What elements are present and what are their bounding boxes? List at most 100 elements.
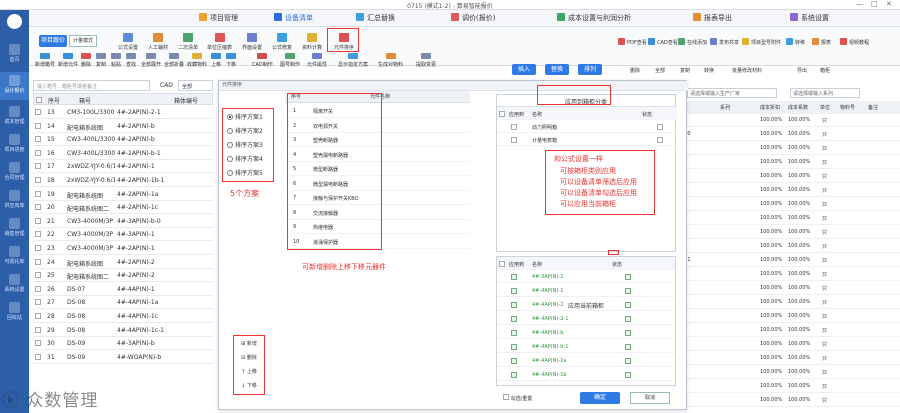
collapse-all-button[interactable]: 全部折叠 <box>164 53 184 68</box>
component-sort-button[interactable]: 元件排序 <box>334 33 354 51</box>
status-checkbox[interactable] <box>625 316 631 322</box>
add-component-button[interactable]: 新增元件 <box>58 53 78 68</box>
table-row[interactable]: 29 DS-08 4#-4AP(N)-1c-1 <box>33 324 213 337</box>
scheme-option-5[interactable]: 排序方案5 <box>227 168 263 177</box>
menu-cost-profit[interactable]: 成本设置与利润分析 <box>557 13 631 23</box>
menu-equipment-list[interactable]: 设备清单 <box>274 13 313 23</box>
delete-button[interactable]: 删除 <box>81 53 91 68</box>
nav-item-design-quote[interactable]: 设计报价 <box>0 72 29 100</box>
scheme-option-4[interactable]: 排序方案4 <box>227 154 263 163</box>
material-row[interactable]: 22.00100.00%100.00%只 <box>670 380 900 393</box>
check-all-option[interactable]: 勾选/重置 <box>503 394 532 402</box>
cad-view-button[interactable]: CAD查看 <box>648 38 678 46</box>
report-button[interactable]: 报表 <box>812 38 831 46</box>
material-row[interactable]: 25.30100.00%100.00%只 <box>670 352 900 365</box>
tab-insert[interactable]: 插入 <box>512 64 536 75</box>
online-add-button[interactable]: 在线添加 <box>678 38 707 46</box>
series-select[interactable]: 请选择或输入系列 <box>790 88 860 98</box>
material-row[interactable]: 387.00100.00%100.00%只 <box>670 128 900 141</box>
status-checkbox[interactable] <box>625 288 631 294</box>
row-checkbox[interactable] <box>35 231 41 238</box>
component-row[interactable]: 6 微型漏电断路器 <box>285 177 470 191</box>
table-row[interactable]: 15 CW3-400L/3300 4#-2AP(N)-b <box>33 133 213 147</box>
table-row[interactable]: 22 CW3-4000M/3P 4#-3AP(N)-1 <box>33 228 213 242</box>
measure-mode-button[interactable]: 计量模式 <box>69 35 97 47</box>
row-checkbox[interactable] <box>35 190 41 197</box>
cad-make-button[interactable]: CAD制作 <box>252 53 273 68</box>
unit-compress-button[interactable]: 单位压缩表 <box>207 33 232 51</box>
current-cabinet-row[interactable]: 4#-4AP(N)-1b <box>497 368 675 381</box>
material-row[interactable]: 22.00100.00%100.00%只 <box>670 142 900 155</box>
apply-checkbox[interactable] <box>511 124 517 130</box>
dialog-add-button[interactable]: ⊞ 新增 <box>237 340 261 349</box>
material-row[interactable]: 16.45100.00%100.00%只 <box>670 394 900 407</box>
row-checkbox[interactable] <box>35 258 41 265</box>
row-checkbox[interactable] <box>35 122 41 129</box>
scheme-option-1[interactable]: 排序方案1 <box>227 112 263 121</box>
table-row[interactable]: 27 DS-08 4#-4AP(N)-1a <box>33 296 213 310</box>
right-convert-button[interactable]: 转换 <box>704 67 714 74</box>
material-row[interactable]: 53.17100.00%100.00%只 <box>670 170 900 183</box>
transfer-button[interactable]: 转移 <box>786 38 805 46</box>
formula-repair-button[interactable]: 公式修复 <box>272 33 292 51</box>
apply-checkbox[interactable] <box>511 358 517 364</box>
table-row[interactable]: 23 CW3-4000M/3P 4#-2AP(N)-1 <box>33 242 213 255</box>
menu-report-export[interactable]: 报表导出 <box>693 13 732 23</box>
apply-category-row[interactable]: 计量电表箱 <box>497 133 677 146</box>
table-row[interactable]: 31 DS-09 4#-WOAP(N)-b <box>33 351 213 364</box>
nav-item-supplier[interactable]: 供应商库 <box>0 190 29 209</box>
current-cabinet-row[interactable]: 4#-4AP(N)-2-1 <box>497 312 675 325</box>
status-checkbox[interactable] <box>657 124 663 130</box>
material-row[interactable]: 55.52100.00%100.00%只 <box>670 268 900 281</box>
video-tutorial-button[interactable]: 视频教程 <box>840 38 869 46</box>
apply-current-all-checkbox[interactable] <box>499 261 505 267</box>
current-cabinet-row[interactable]: 4#-4AP(N)-1a <box>497 354 675 367</box>
tab-arrange[interactable]: 排列 <box>578 64 602 75</box>
move-up-button[interactable]: 上移 <box>211 53 221 68</box>
extract-change-button[interactable]: 提取变更 <box>416 53 436 68</box>
nav-item-cost[interactable]: 成本管理 <box>0 106 29 125</box>
material-row[interactable]: 53.42100.00%100.00%只 <box>670 156 900 169</box>
status-checkbox[interactable] <box>625 358 631 364</box>
dialog-down-button[interactable]: ↓ 下移 <box>237 382 261 391</box>
material-row[interactable]: 25.74100.00%100.00%只 <box>670 366 900 379</box>
status-checkbox[interactable] <box>625 330 631 336</box>
table-row[interactable]: 13 CM3-100L/3300 4#-2AP(N)-2-1 <box>33 106 213 119</box>
apply-checkbox[interactable] <box>511 372 517 378</box>
nav-item-progress[interactable]: 项目进度 <box>0 134 29 153</box>
favorite-button[interactable]: 收藏物料 <box>187 53 207 68</box>
project-attachment-button[interactable]: 项目型号附件 <box>742 38 781 46</box>
nav-item-recycle[interactable]: 回收站 <box>0 302 29 321</box>
generate-material-button[interactable]: 生成对物料 <box>378 53 403 68</box>
table-row[interactable]: 16 CW3-400L/3300 4#-2AP(N)-b-1 <box>33 147 213 160</box>
menu-system-settings[interactable]: 系统设置 <box>790 13 829 23</box>
component-row[interactable]: 10 浪涌保护器 <box>285 235 470 249</box>
material-row[interactable]: 25.74100.00%100.00%只 <box>670 226 900 239</box>
nav-item-contract[interactable]: 合同管理 <box>0 162 29 181</box>
nav-item-sales[interactable]: 销售管理 <box>0 218 29 237</box>
current-cabinet-row[interactable]: 4#-4AP(N)-b-1 <box>497 340 675 353</box>
table-row[interactable]: 19 配电箱系统图 4#-2AP(N)-1a <box>33 188 213 201</box>
apply-checkbox[interactable] <box>511 316 517 322</box>
material-row[interactable]: 35.55100.00%100.00%只 <box>670 282 900 295</box>
apply-checkbox[interactable] <box>511 274 517 280</box>
apply-checkbox[interactable] <box>511 302 517 308</box>
expand-all-button[interactable]: 全部展开 <box>141 53 161 68</box>
status-checkbox[interactable] <box>625 344 631 350</box>
material-row[interactable]: 44.34100.00%100.00%只 <box>670 310 900 323</box>
component-row[interactable]: 2 双电源开关 <box>285 119 470 133</box>
table-row[interactable]: 26 DS-07 4#-4AP(N)-1 <box>33 283 213 296</box>
row-checkbox[interactable] <box>35 109 41 115</box>
ui-setting-button[interactable]: 界面设置 <box>242 33 262 51</box>
row-checkbox[interactable] <box>35 326 41 333</box>
material-row[interactable]: 25.30100.00%100.00%只 <box>670 240 900 253</box>
table-row[interactable]: 14 配电箱系统图 4#-2AP(N)-b <box>33 120 213 133</box>
maximize-button[interactable]: □ <box>871 0 878 8</box>
row-checkbox[interactable] <box>35 245 41 251</box>
tab-replace[interactable]: 替换 <box>545 64 569 75</box>
find-button[interactable]: 查找 <box>126 53 136 68</box>
select-all-checkbox[interactable] <box>36 97 42 103</box>
manufacturer-select[interactable]: 请选择或输入生产厂家 <box>687 88 777 98</box>
table-row[interactable]: 18 2xWDZ-YJY-0.6/1 4#-2AP(N)-1b-1 <box>33 174 213 187</box>
right-copy-button[interactable]: 复制 <box>680 67 690 74</box>
